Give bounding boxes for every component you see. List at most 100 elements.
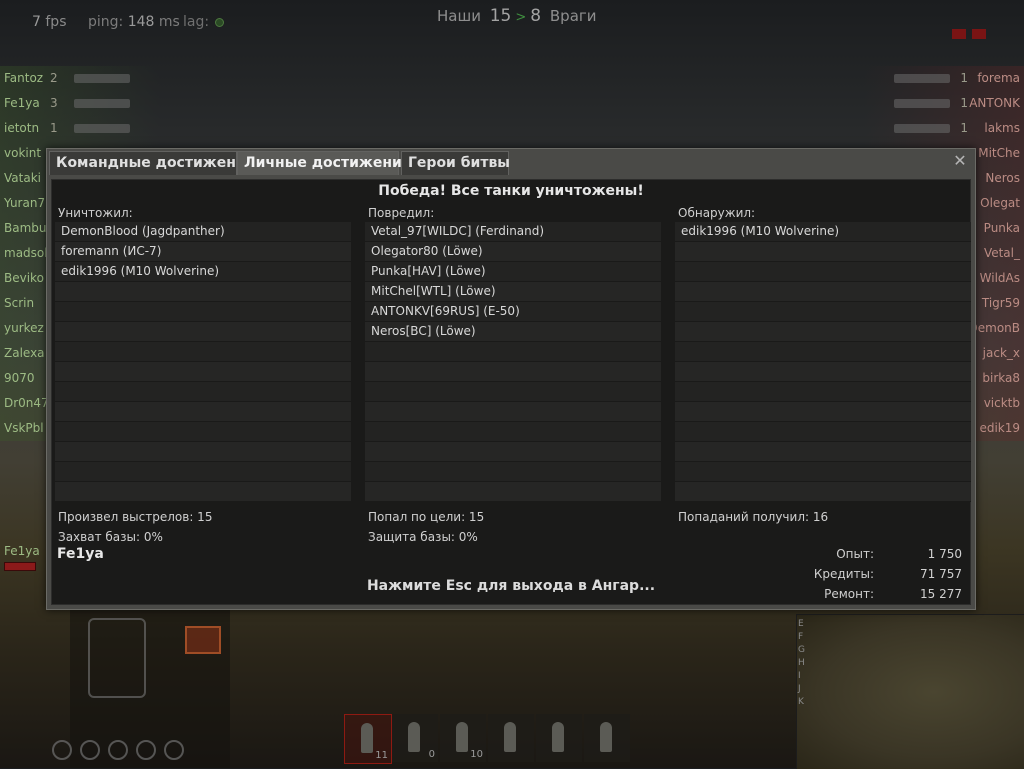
list-item xyxy=(55,362,351,382)
own-vehicle-name: Fe1ya xyxy=(4,544,40,558)
list-item xyxy=(675,322,971,342)
experience-value: 1 750 xyxy=(927,547,962,561)
player-name: lakms xyxy=(984,121,1020,135)
own-health-bar xyxy=(4,562,36,571)
tab-personal-achievements[interactable]: Личные достижения xyxy=(237,151,411,175)
status-flags xyxy=(946,24,986,43)
list-item xyxy=(55,482,351,502)
grid-letter: F xyxy=(798,632,804,642)
player-name: Zalexa xyxy=(4,346,45,360)
list-item xyxy=(675,242,971,262)
spotted-label: Обнаружил: xyxy=(678,206,756,220)
list-item xyxy=(365,482,661,502)
ammo-slot[interactable] xyxy=(488,714,534,762)
result-title: Победа! Все танки уничтожены! xyxy=(378,183,644,199)
damaged-label: Повредил: xyxy=(368,206,435,220)
list-item xyxy=(365,462,661,482)
sight-icon xyxy=(80,740,100,760)
shell-icon xyxy=(504,722,516,752)
player-name: Punka xyxy=(983,221,1020,235)
base-capture-stat: Захват базы: 0% xyxy=(58,530,163,544)
player-name: madsol xyxy=(4,246,48,260)
player-name: DemonB xyxy=(968,321,1021,335)
frag-count: 2 xyxy=(50,71,58,85)
consumable-crate-icon xyxy=(185,626,221,654)
grid-letter: I xyxy=(798,671,801,681)
tab-team-achievements[interactable]: Командные достижения xyxy=(49,151,255,175)
ally-player-row: Fantoz 2 xyxy=(0,66,160,91)
player-name: MitChe xyxy=(978,146,1020,160)
player-name: jack_x xyxy=(982,346,1020,360)
ammo-slot[interactable]: 11 xyxy=(344,714,392,764)
ammo-slot[interactable] xyxy=(584,714,630,762)
enemy-player-row: forema 1 xyxy=(864,66,1024,91)
grid-letter: H xyxy=(798,658,805,668)
grid-letter: K xyxy=(798,697,804,707)
grid-letter: E xyxy=(798,619,804,629)
shell-icon xyxy=(552,722,564,752)
ammo-count: 11 xyxy=(375,750,388,761)
grid-letter: J xyxy=(798,684,801,694)
wheel-icon xyxy=(108,740,128,760)
destroyed-label: Уничтожил: xyxy=(58,206,133,220)
ammo-count: 10 xyxy=(470,749,483,760)
player-name: yurkez xyxy=(4,321,44,335)
minimap[interactable] xyxy=(796,614,1024,769)
list-item xyxy=(55,422,351,442)
enemies-score: 8 xyxy=(530,6,542,26)
battle-totals: Опыт: 1 750 Кредиты: 71 757 Ремонт: 15 2… xyxy=(814,544,962,604)
damaged-list: Vetal_97[WILDC] (Ferdinand) Olegator80 (L… xyxy=(365,222,661,502)
ammo-slot[interactable] xyxy=(536,714,582,762)
list-item xyxy=(365,362,661,382)
ammo-slot[interactable]: 0 xyxy=(392,714,438,762)
spotted-column: Обнаружил: edik1996 (M10 Wolverine) xyxy=(675,204,971,502)
binoculars-icon xyxy=(52,740,72,760)
tank-silhouette-icon xyxy=(894,99,950,108)
crew-module-icons xyxy=(52,740,192,764)
ping-display: ping: 148 ms xyxy=(88,14,180,30)
tank-silhouette-icon xyxy=(74,99,130,108)
list-item xyxy=(55,442,351,462)
list-item xyxy=(55,342,351,362)
hits-stat: Попал по цели: 15 xyxy=(368,510,485,524)
list-item xyxy=(675,302,971,322)
hits-received-stat: Попаданий получил: 16 xyxy=(678,510,829,524)
list-item xyxy=(675,262,971,282)
player-name: vokint xyxy=(4,146,42,160)
minimap-grid-letters: EFGHIJK xyxy=(798,618,805,709)
grid-letter: G xyxy=(798,645,805,655)
tank-silhouette-icon xyxy=(74,74,130,83)
list-item xyxy=(365,422,661,442)
list-item xyxy=(365,402,661,422)
player-name: birka8 xyxy=(982,371,1020,385)
headset-icon xyxy=(136,740,156,760)
score-arrow: > xyxy=(515,10,527,25)
list-item xyxy=(55,462,351,482)
enemy-player-row: lakms 1 xyxy=(864,116,1024,141)
flag-icon xyxy=(972,29,986,39)
team-score: Наши 15 >8 Враги xyxy=(437,6,597,26)
player-name: Vataki xyxy=(4,171,41,185)
list-item xyxy=(675,342,971,362)
personal-results-panel: Победа! Все танки уничтожены! Уничтожил:… xyxy=(51,179,971,605)
list-item: Neros[BC] (Löwe) xyxy=(365,322,661,342)
player-name: Fe1ya xyxy=(57,546,104,562)
list-item xyxy=(675,442,971,462)
destroyed-column: Уничтожил: DemonBlood (Jagdpanther) forem… xyxy=(55,204,351,502)
tab-battle-heroes[interactable]: Герои битвы xyxy=(401,151,510,175)
shots-fired-stat: Произвел выстрелов: 15 xyxy=(58,510,213,524)
tank-silhouette-icon xyxy=(74,124,130,133)
allies-label: Наши xyxy=(437,7,481,25)
top-hud: 7 fps ping: 148 ms lag: Наши 15 >8 Враги xyxy=(0,0,1024,40)
list-item xyxy=(55,282,351,302)
tank-silhouette-icon xyxy=(894,74,950,83)
list-item xyxy=(675,462,971,482)
spotted-list: edik1996 (M10 Wolverine) xyxy=(675,222,971,502)
player-name: Beviko xyxy=(4,271,44,285)
ammo-slot[interactable]: 10 xyxy=(440,714,486,762)
player-name: Olegat xyxy=(980,196,1020,210)
list-item: edik1996 (M10 Wolverine) xyxy=(675,222,971,242)
list-item xyxy=(365,382,661,402)
close-button[interactable]: ✕ xyxy=(951,152,969,170)
enemies-label: Враги xyxy=(549,7,597,25)
